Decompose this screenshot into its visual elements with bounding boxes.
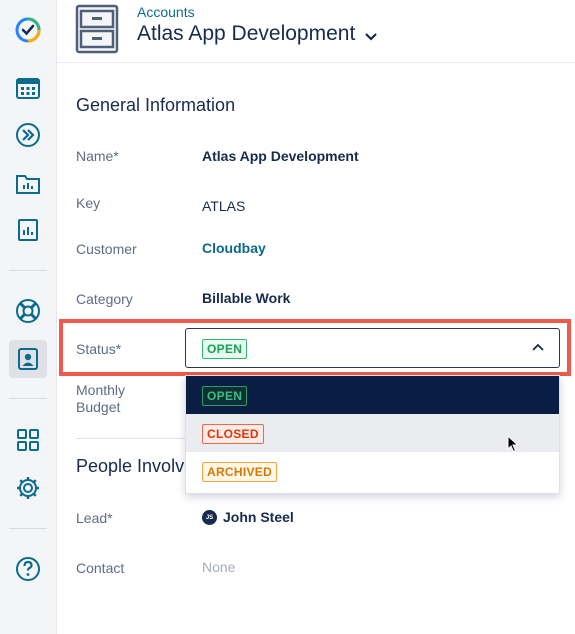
name-value[interactable]: Atlas App Development <box>202 148 359 164</box>
lifebuoy-icon[interactable] <box>9 292 47 330</box>
key-value[interactable]: ATLAS <box>202 198 245 214</box>
calendar-icon[interactable] <box>9 69 47 107</box>
sidebar-divider <box>9 528 47 529</box>
page-title: Atlas App Development <box>137 22 356 45</box>
avatar: JS <box>202 510 217 525</box>
status-option-badge: OPEN <box>202 386 248 406</box>
sidebar-divider <box>9 398 47 399</box>
status-select[interactable]: OPEN <box>185 328 560 368</box>
report-icon[interactable] <box>9 211 47 249</box>
status-option-open[interactable]: OPEN <box>186 376 559 414</box>
budget-label: Monthly Budget <box>76 382 125 416</box>
customer-link[interactable]: Cloudbay <box>202 240 266 256</box>
customer-label: Customer <box>76 241 137 257</box>
forward-icon[interactable] <box>9 116 47 154</box>
contact-label: Contact <box>76 560 125 576</box>
name-label: Name* <box>76 148 119 164</box>
grid-icon[interactable] <box>9 421 47 459</box>
section-title-general: General Information <box>76 95 236 115</box>
status-option-archived[interactable]: ARCHIVED <box>186 452 559 490</box>
gear-icon[interactable] <box>9 469 47 507</box>
sidebar <box>0 0 57 634</box>
lead-value[interactable]: John Steel <box>223 509 294 525</box>
account-icon[interactable] <box>9 340 47 378</box>
folder-chart-icon[interactable] <box>9 164 47 202</box>
page-header: Accounts Atlas App Development <box>57 0 575 63</box>
category-value[interactable]: Billable Work <box>202 290 290 306</box>
mouse-cursor-icon <box>507 435 519 453</box>
key-label: Key <box>76 195 101 211</box>
status-option-badge: ARCHIVED <box>202 462 278 482</box>
budget-label-line2: Budget <box>76 399 121 415</box>
status-option-closed[interactable]: CLOSED <box>186 414 559 452</box>
status-option-badge: CLOSED <box>202 424 264 444</box>
chevron-up-icon <box>532 343 544 351</box>
status-label: Status* <box>76 341 122 357</box>
lead-label: Lead* <box>76 510 113 526</box>
sidebar-divider <box>9 270 47 271</box>
section-divider <box>76 438 186 439</box>
category-label: Category <box>76 291 133 307</box>
budget-label-line1: Monthly <box>76 382 126 398</box>
chevron-down-icon <box>365 33 378 41</box>
title-switcher[interactable]: Atlas App Development <box>137 22 379 46</box>
status-dropdown: OPEN CLOSED ARCHIVED <box>185 375 560 494</box>
help-icon[interactable] <box>9 550 47 588</box>
contact-value[interactable]: None <box>202 559 235 575</box>
cabinet-icon <box>75 4 119 54</box>
breadcrumb[interactable]: Accounts <box>137 4 195 20</box>
app-logo-icon[interactable] <box>9 11 47 49</box>
status-badge: OPEN <box>202 339 248 359</box>
